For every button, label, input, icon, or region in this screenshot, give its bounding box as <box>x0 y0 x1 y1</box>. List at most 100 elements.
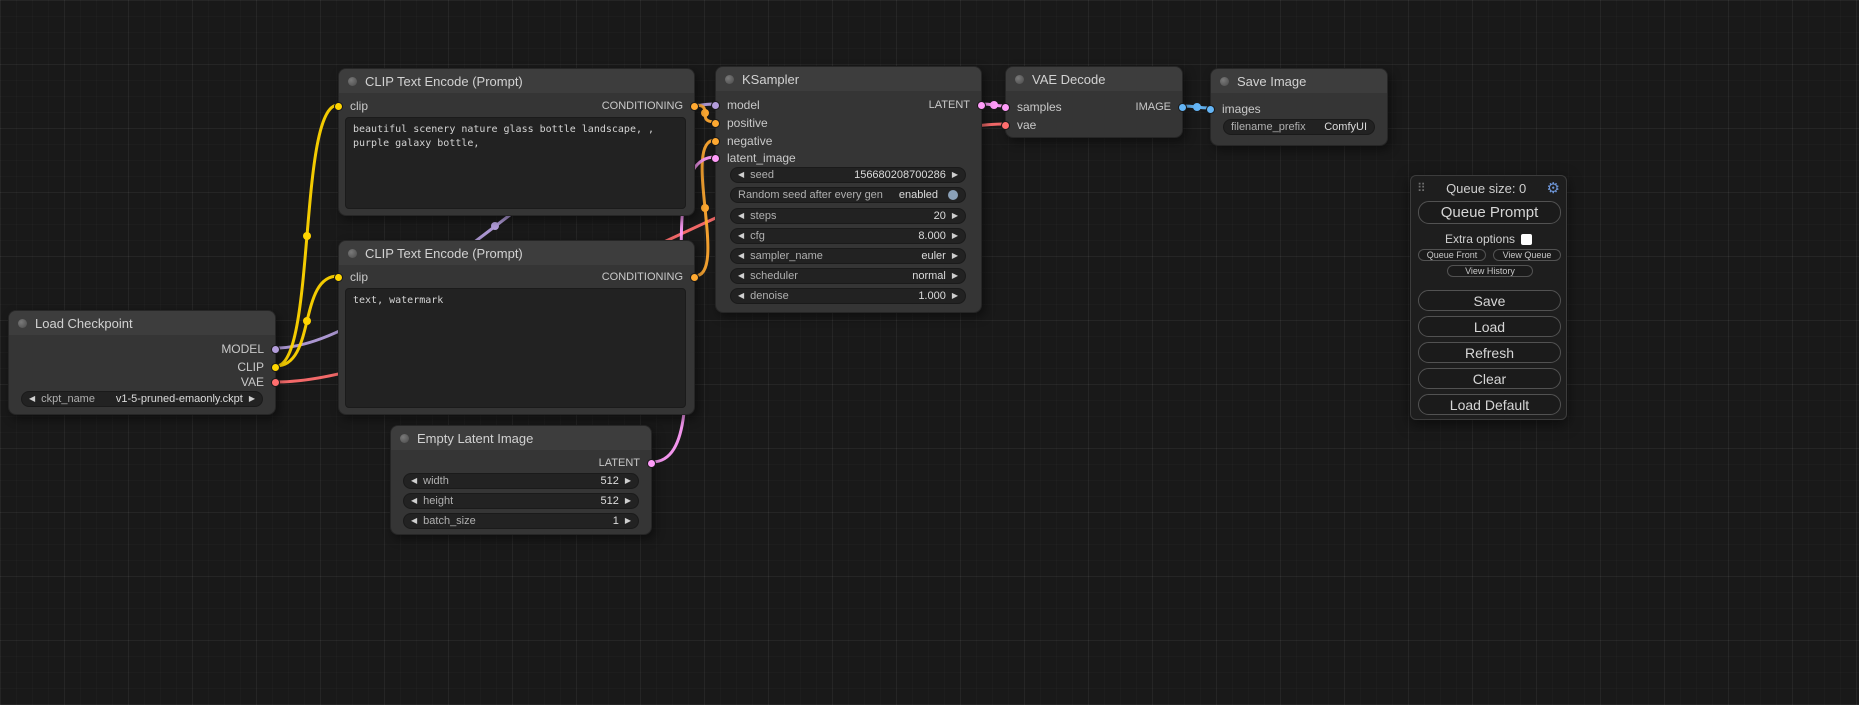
view-queue-button[interactable]: View Queue <box>1493 249 1561 261</box>
toggle-knob-icon[interactable] <box>948 190 958 200</box>
widget-value: ComfyUI <box>1324 121 1367 133</box>
widget-value: enabled <box>899 189 938 201</box>
queue-prompt-button[interactable]: Queue Prompt <box>1418 201 1561 224</box>
node-clip-text-encode-positive[interactable]: CLIP Text Encode (Prompt) clip CONDITION… <box>338 68 695 216</box>
queue-front-button[interactable]: Queue Front <box>1418 249 1486 261</box>
filename-prefix-widget[interactable]: filename_prefix ComfyUI <box>1223 119 1375 135</box>
node-empty-latent-image[interactable]: Empty Latent Image LATENT ◀ width 512 ▶ … <box>390 425 652 535</box>
decrement-arrow-icon[interactable]: ◀ <box>738 252 744 260</box>
node-header[interactable]: KSampler <box>716 67 981 91</box>
increment-arrow-icon[interactable]: ▶ <box>625 517 631 525</box>
slot-label: samples <box>1017 100 1062 114</box>
collapse-dot[interactable] <box>348 77 357 86</box>
collapse-dot[interactable] <box>348 249 357 258</box>
node-header[interactable]: Empty Latent Image <box>391 426 651 450</box>
prompt-textarea[interactable]: text, watermark <box>345 288 686 408</box>
vae-port-icon[interactable] <box>1001 121 1010 130</box>
decrement-arrow-icon[interactable]: ◀ <box>411 497 417 505</box>
conditioning-port-icon[interactable] <box>690 273 699 282</box>
node-header[interactable]: Save Image <box>1211 69 1387 93</box>
drag-handle-icon[interactable]: ⠿ <box>1417 181 1426 195</box>
collapse-dot[interactable] <box>1220 77 1229 86</box>
decrement-arrow-icon[interactable]: ◀ <box>738 212 744 220</box>
decrement-arrow-icon[interactable]: ◀ <box>411 517 417 525</box>
node-header[interactable]: VAE Decode <box>1006 67 1182 91</box>
load-button[interactable]: Load <box>1418 316 1561 337</box>
extra-options-checkbox[interactable] <box>1521 234 1532 245</box>
view-history-button[interactable]: View History <box>1447 265 1533 277</box>
widget-label: scheduler <box>750 270 798 282</box>
model-port-icon[interactable] <box>271 345 280 354</box>
model-port-icon[interactable] <box>711 101 720 110</box>
denoise-widget[interactable]: ◀ denoise 1.000 ▶ <box>730 288 966 304</box>
increment-arrow-icon[interactable]: ▶ <box>625 497 631 505</box>
increment-arrow-icon[interactable]: ▶ <box>625 477 631 485</box>
seed-widget[interactable]: ◀ seed 156680208700286 ▶ <box>730 167 966 183</box>
height-widget[interactable]: ◀ height 512 ▶ <box>403 493 639 509</box>
slot-label: positive <box>727 116 768 130</box>
scheduler-widget[interactable]: ◀ scheduler normal ▶ <box>730 268 966 284</box>
decrement-arrow-icon[interactable]: ◀ <box>738 232 744 240</box>
ckpt-name-widget[interactable]: ◀ ckpt_name v1-5-pruned-emaonly.ckpt ▶ <box>21 391 263 407</box>
decrement-arrow-icon[interactable]: ◀ <box>411 477 417 485</box>
save-button[interactable]: Save <box>1418 290 1561 311</box>
clip-port-icon[interactable] <box>271 363 280 372</box>
increment-arrow-icon[interactable]: ▶ <box>952 232 958 240</box>
latent-port-icon[interactable] <box>977 101 986 110</box>
slot-label: clip <box>350 99 368 113</box>
sampler-name-widget[interactable]: ◀ sampler_name euler ▶ <box>730 248 966 264</box>
output-slot-clip: CLIP <box>237 359 280 375</box>
node-load-checkpoint[interactable]: Load Checkpoint MODEL CLIP VAE ◀ ckpt_na… <box>8 310 276 415</box>
steps-widget[interactable]: ◀ steps 20 ▶ <box>730 208 966 224</box>
image-port-icon[interactable] <box>1206 105 1215 114</box>
clear-button[interactable]: Clear <box>1418 368 1561 389</box>
node-vae-decode[interactable]: VAE Decode samples vae IMAGE <box>1005 66 1183 138</box>
node-ksampler[interactable]: KSampler model positive negative latent_… <box>715 66 982 313</box>
load-default-button[interactable]: Load Default <box>1418 394 1561 415</box>
vae-port-icon[interactable] <box>271 378 280 387</box>
refresh-button[interactable]: Refresh <box>1418 342 1561 363</box>
increment-arrow-icon[interactable]: ▶ <box>249 395 255 403</box>
collapse-dot[interactable] <box>400 434 409 443</box>
node-header[interactable]: CLIP Text Encode (Prompt) <box>339 241 694 265</box>
input-slot-model: model <box>711 97 760 113</box>
width-widget[interactable]: ◀ width 512 ▶ <box>403 473 639 489</box>
node-title: Empty Latent Image <box>417 431 533 446</box>
widget-label: filename_prefix <box>1231 121 1306 133</box>
increment-arrow-icon[interactable]: ▶ <box>952 272 958 280</box>
conditioning-port-icon[interactable] <box>690 102 699 111</box>
decrement-arrow-icon[interactable]: ◀ <box>29 395 35 403</box>
decrement-arrow-icon[interactable]: ◀ <box>738 292 744 300</box>
increment-arrow-icon[interactable]: ▶ <box>952 252 958 260</box>
image-port-icon[interactable] <box>1178 103 1187 112</box>
latent-port-icon[interactable] <box>711 154 720 163</box>
wire-midpoint-dot <box>491 222 499 230</box>
batch-size-widget[interactable]: ◀ batch_size 1 ▶ <box>403 513 639 529</box>
node-header[interactable]: CLIP Text Encode (Prompt) <box>339 69 694 93</box>
node-save-image[interactable]: Save Image images filename_prefix ComfyU… <box>1210 68 1388 146</box>
increment-arrow-icon[interactable]: ▶ <box>952 212 958 220</box>
prompt-textarea[interactable]: beautiful scenery nature glass bottle la… <box>345 117 686 209</box>
latent-port-icon[interactable] <box>1001 103 1010 112</box>
clip-port-icon[interactable] <box>334 102 343 111</box>
decrement-arrow-icon[interactable]: ◀ <box>738 171 744 179</box>
conditioning-port-icon[interactable] <box>711 119 720 128</box>
conditioning-port-icon[interactable] <box>711 137 720 146</box>
increment-arrow-icon[interactable]: ▶ <box>952 171 958 179</box>
node-header[interactable]: Load Checkpoint <box>9 311 275 335</box>
cfg-widget[interactable]: ◀ cfg 8.000 ▶ <box>730 228 966 244</box>
collapse-dot[interactable] <box>725 75 734 84</box>
clip-port-icon[interactable] <box>334 273 343 282</box>
collapse-dot[interactable] <box>1015 75 1024 84</box>
collapse-dot[interactable] <box>18 319 27 328</box>
settings-gear-icon[interactable]: ⚙ <box>1547 181 1560 196</box>
output-slot-latent: LATENT <box>599 455 656 471</box>
slot-label: VAE <box>241 375 264 389</box>
increment-arrow-icon[interactable]: ▶ <box>952 292 958 300</box>
node-clip-text-encode-negative[interactable]: CLIP Text Encode (Prompt) clip CONDITION… <box>338 240 695 415</box>
extra-options-label: Extra options <box>1445 232 1515 246</box>
wire-midpoint-dot <box>701 109 709 117</box>
random-seed-toggle-widget[interactable]: Random seed after every gen enabled <box>730 187 966 203</box>
latent-port-icon[interactable] <box>647 459 656 468</box>
decrement-arrow-icon[interactable]: ◀ <box>738 272 744 280</box>
